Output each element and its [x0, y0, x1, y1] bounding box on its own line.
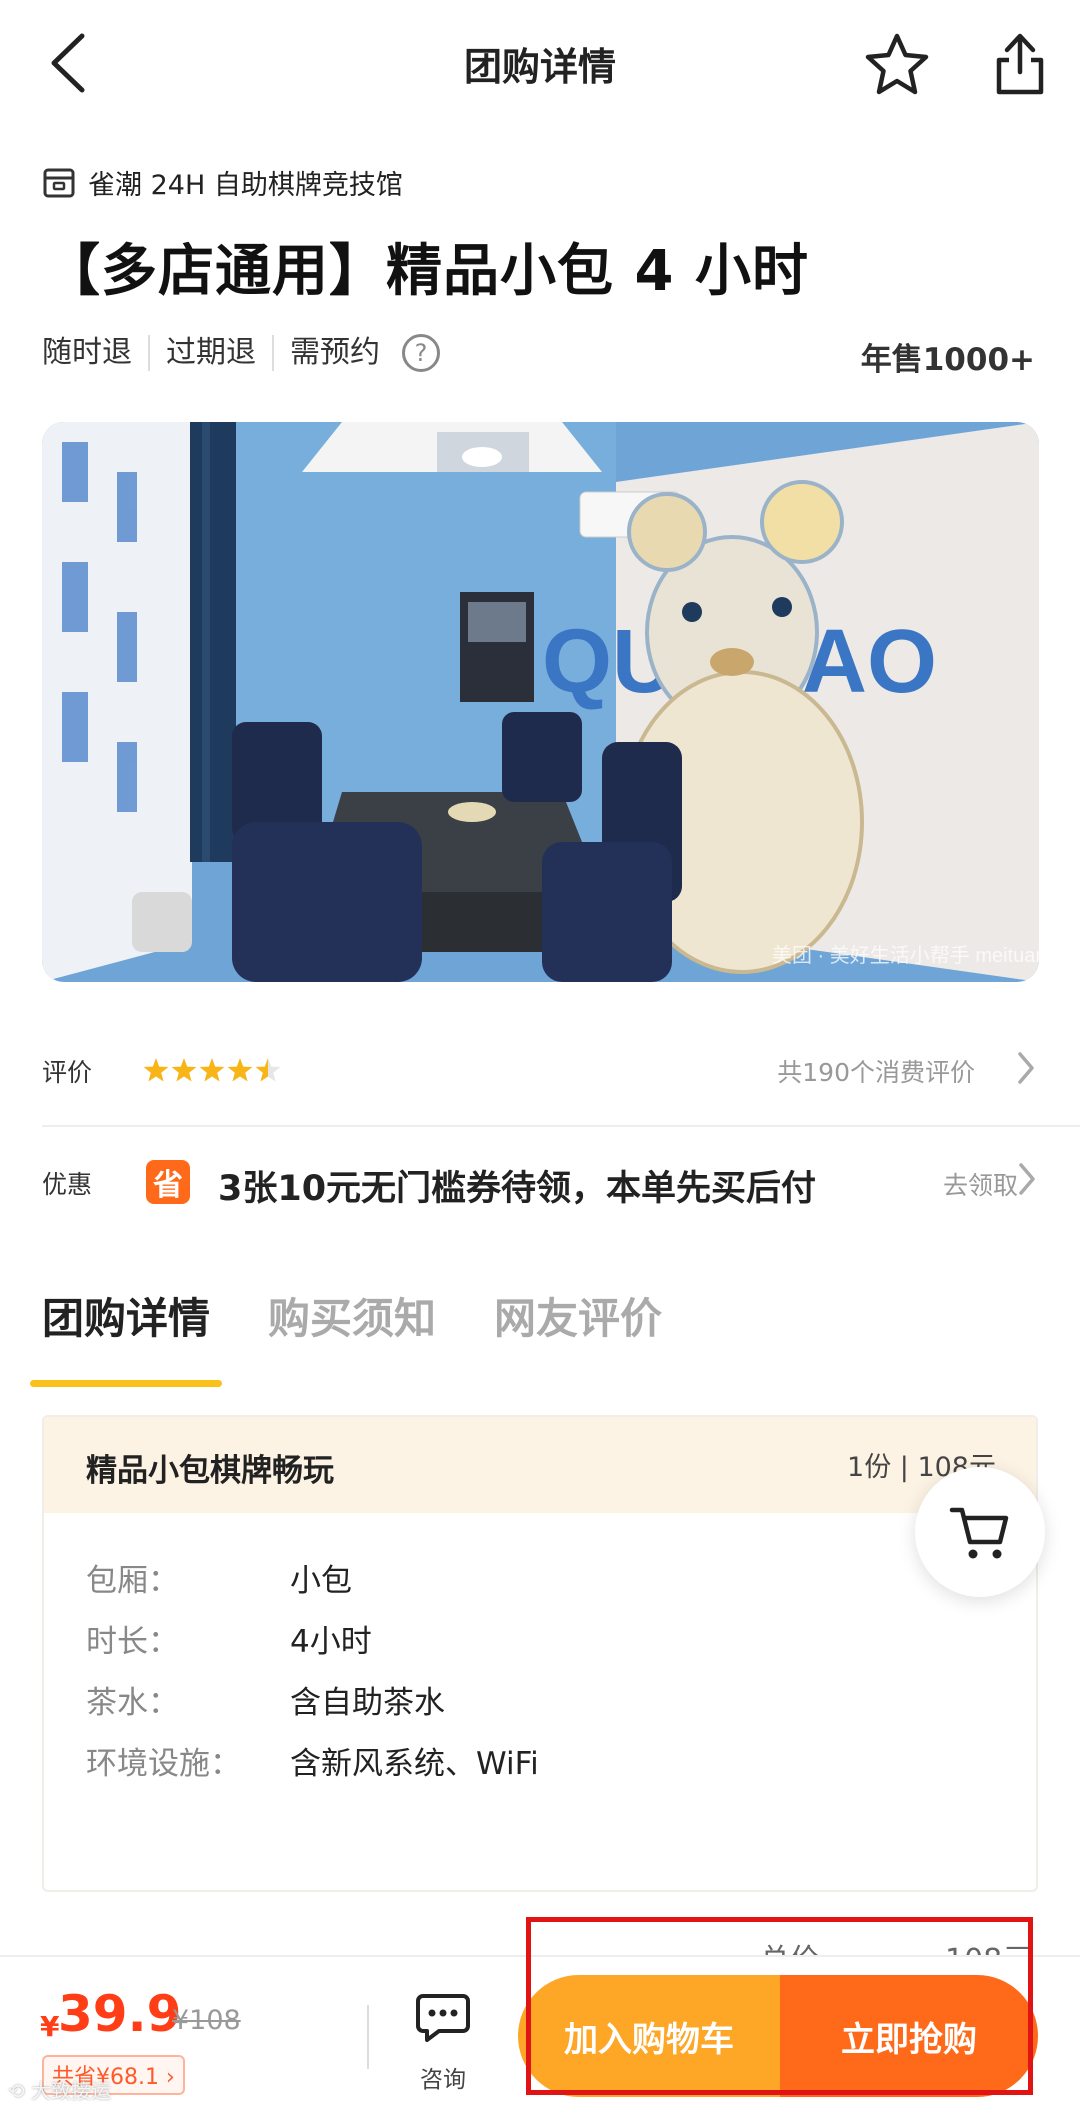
top-nav-bar: 团购详情 — [0, 0, 1080, 125]
discount-label: 优惠 — [42, 1170, 93, 1199]
star-icon — [227, 1058, 253, 1082]
package-title: 精品小包棋牌畅玩 — [86, 1453, 334, 1489]
spec-label: 环境设施： — [86, 1746, 241, 1782]
refund-tags: 随时退 过期退 需预约 ? — [42, 334, 440, 372]
spec-label: 时长： — [86, 1624, 179, 1660]
save-coupon-icon: 省 — [146, 1160, 190, 1204]
rating-stars — [142, 1055, 292, 1091]
spec-label: 茶水： — [86, 1685, 179, 1721]
back-icon[interactable] — [42, 28, 102, 98]
currency-symbol: ¥ — [40, 2010, 60, 2043]
consult-label[interactable]: 咨询 — [420, 2060, 466, 2094]
original-price: ¥108 — [172, 2005, 241, 2036]
chevron-right-icon — [1015, 1049, 1037, 1091]
rating-label: 评价 — [42, 1058, 93, 1087]
divider — [367, 2005, 369, 2069]
discount-text: 3张10元无门槛券待领，本单先买后付 — [218, 1169, 817, 1209]
tag-reservation: 需预约 — [290, 335, 380, 370]
annual-sales: 年售1000+ — [860, 342, 1035, 378]
package-header: 精品小包棋牌畅玩 1份 | 108元 — [44, 1417, 1036, 1513]
shop-icon — [42, 166, 76, 200]
star-icon — [143, 1058, 169, 1082]
star-icon — [171, 1058, 197, 1082]
tab-purchase-notes[interactable]: 购买须知 — [268, 1285, 436, 1346]
share-icon[interactable] — [985, 28, 1055, 100]
rating-row[interactable]: 评价 共190个消费评价 — [42, 1035, 1037, 1105]
product-photo[interactable]: QUEHAO 美团 · 美好生活小帮手 meituan.com — [42, 422, 1039, 982]
spec-value: 小包 — [290, 1563, 352, 1599]
tab-user-reviews[interactable]: 网友评价 — [494, 1285, 662, 1346]
package-card: 精品小包棋牌畅玩 1份 | 108元 包厢： 小包 时长： 4小时 茶水： 含自… — [42, 1415, 1038, 1892]
tag-refund-anytime: 随时退 — [42, 335, 150, 371]
claim-coupon-link[interactable]: 去领取 — [943, 1166, 1018, 1202]
star-icon — [199, 1058, 225, 1082]
highlight-annotation-box — [526, 1917, 1033, 2095]
star-icon — [255, 1058, 281, 1082]
help-icon[interactable]: ? — [402, 334, 440, 372]
rating-count: 共190个消费评价 — [777, 1058, 975, 1087]
floating-cart-button[interactable] — [915, 1467, 1045, 1597]
active-tab-indicator — [30, 1380, 222, 1387]
screen-watermark: ⟲ 大致接运 — [8, 2079, 112, 2103]
page-title: 团购详情 — [463, 45, 616, 89]
favorite-star-icon[interactable] — [862, 30, 932, 100]
chat-icon[interactable] — [415, 1992, 471, 2044]
divider — [42, 1125, 1080, 1127]
deal-price: 39.9 — [58, 1985, 182, 2043]
deal-title: 【多店通用】精品小包 4 小时 — [44, 239, 809, 304]
detail-tabs: 团购详情 购买须知 网友评价 — [42, 1285, 662, 1346]
photo-watermark: 美团 · 美好生活小帮手 meituan.com — [772, 944, 1039, 967]
tab-deal-details[interactable]: 团购详情 — [42, 1285, 210, 1346]
spec-value: 含自助茶水 — [290, 1685, 445, 1721]
chevron-right-icon[interactable] — [1016, 1160, 1038, 1202]
spec-label: 包厢： — [86, 1563, 179, 1599]
shop-name[interactable]: 雀潮 24H 自助棋牌竞技馆 — [88, 163, 403, 202]
spec-value: 含新风系统、WiFi — [290, 1746, 539, 1782]
tag-refund-expired: 过期退 — [150, 335, 274, 371]
cart-icon — [949, 1507, 1009, 1559]
spec-value: 4小时 — [290, 1624, 372, 1660]
